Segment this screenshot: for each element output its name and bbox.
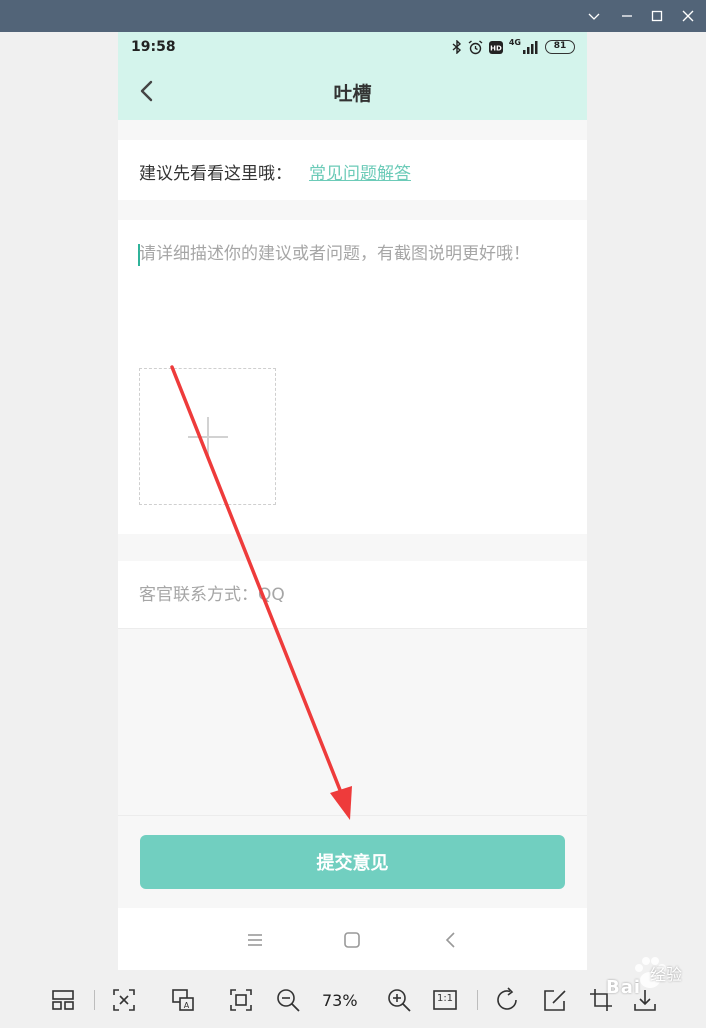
toolbar-divider [94,990,95,1010]
submit-button[interactable]: 提交意见 [140,835,565,889]
chevron-down-icon[interactable] [584,6,604,26]
feedback-textarea[interactable] [139,242,569,312]
zoom-level: 73% [322,991,358,1010]
watermark-brand: Bai [606,977,642,998]
alarm-icon [468,39,483,54]
zoom-out-icon[interactable] [275,987,301,1013]
status-bar: 19:58 HD 4G 81 [118,32,587,62]
zoom-in-icon[interactable] [386,987,412,1013]
thumbnail-icon[interactable] [50,987,76,1013]
add-image-button[interactable] [139,368,276,505]
network-type: 4G [508,38,521,47]
signal-icon [523,40,538,54]
status-icons: HD 4G 81 [452,38,575,56]
watermark-sub: 经验 [650,965,683,984]
contact-row [118,561,587,629]
baidu-watermark: Bai 经验 [536,953,706,1013]
system-navigation-bar [118,908,587,970]
menu-icon[interactable] [243,928,267,952]
actual-size-button[interactable]: 1:1 [432,987,458,1013]
hd-icon: HD [488,40,503,54]
svg-text:A: A [184,1001,190,1010]
actual-size-label: 1:1 [436,993,454,1004]
fullscreen-exit-icon[interactable] [111,987,137,1013]
system-back-icon[interactable] [439,928,463,952]
translate-icon[interactable]: A [170,987,196,1013]
bluetooth-icon [452,40,461,54]
faq-row: 建议先看看这里哦： 常见问题解答 [118,140,587,200]
faq-prefix: 建议先看看这里哦： [139,164,292,184]
viewer-titlebar [0,0,706,32]
status-time: 19:58 [131,39,176,55]
home-icon[interactable] [340,928,364,952]
rotate-icon[interactable] [494,987,520,1013]
faq-link[interactable]: 常见问题解答 [309,159,411,184]
contact-input[interactable] [139,581,559,609]
fit-screen-icon[interactable] [228,987,254,1013]
plus-icon [188,417,228,457]
submit-area: 提交意见 [118,815,587,907]
battery-icon: 81 [545,40,575,54]
close-button[interactable] [678,6,698,26]
svg-text:HD: HD [490,44,502,52]
phone-screen: 19:58 HD 4G 81 吐槽 建议先看看这里哦： 常见问题解答 提交意见 [118,32,587,970]
toolbar-divider [477,990,478,1010]
header: 吐槽 [118,62,587,120]
feedback-box [118,220,587,534]
maximize-button[interactable] [647,6,667,26]
page-title: 吐槽 [333,83,372,105]
minimize-button[interactable] [617,6,637,26]
